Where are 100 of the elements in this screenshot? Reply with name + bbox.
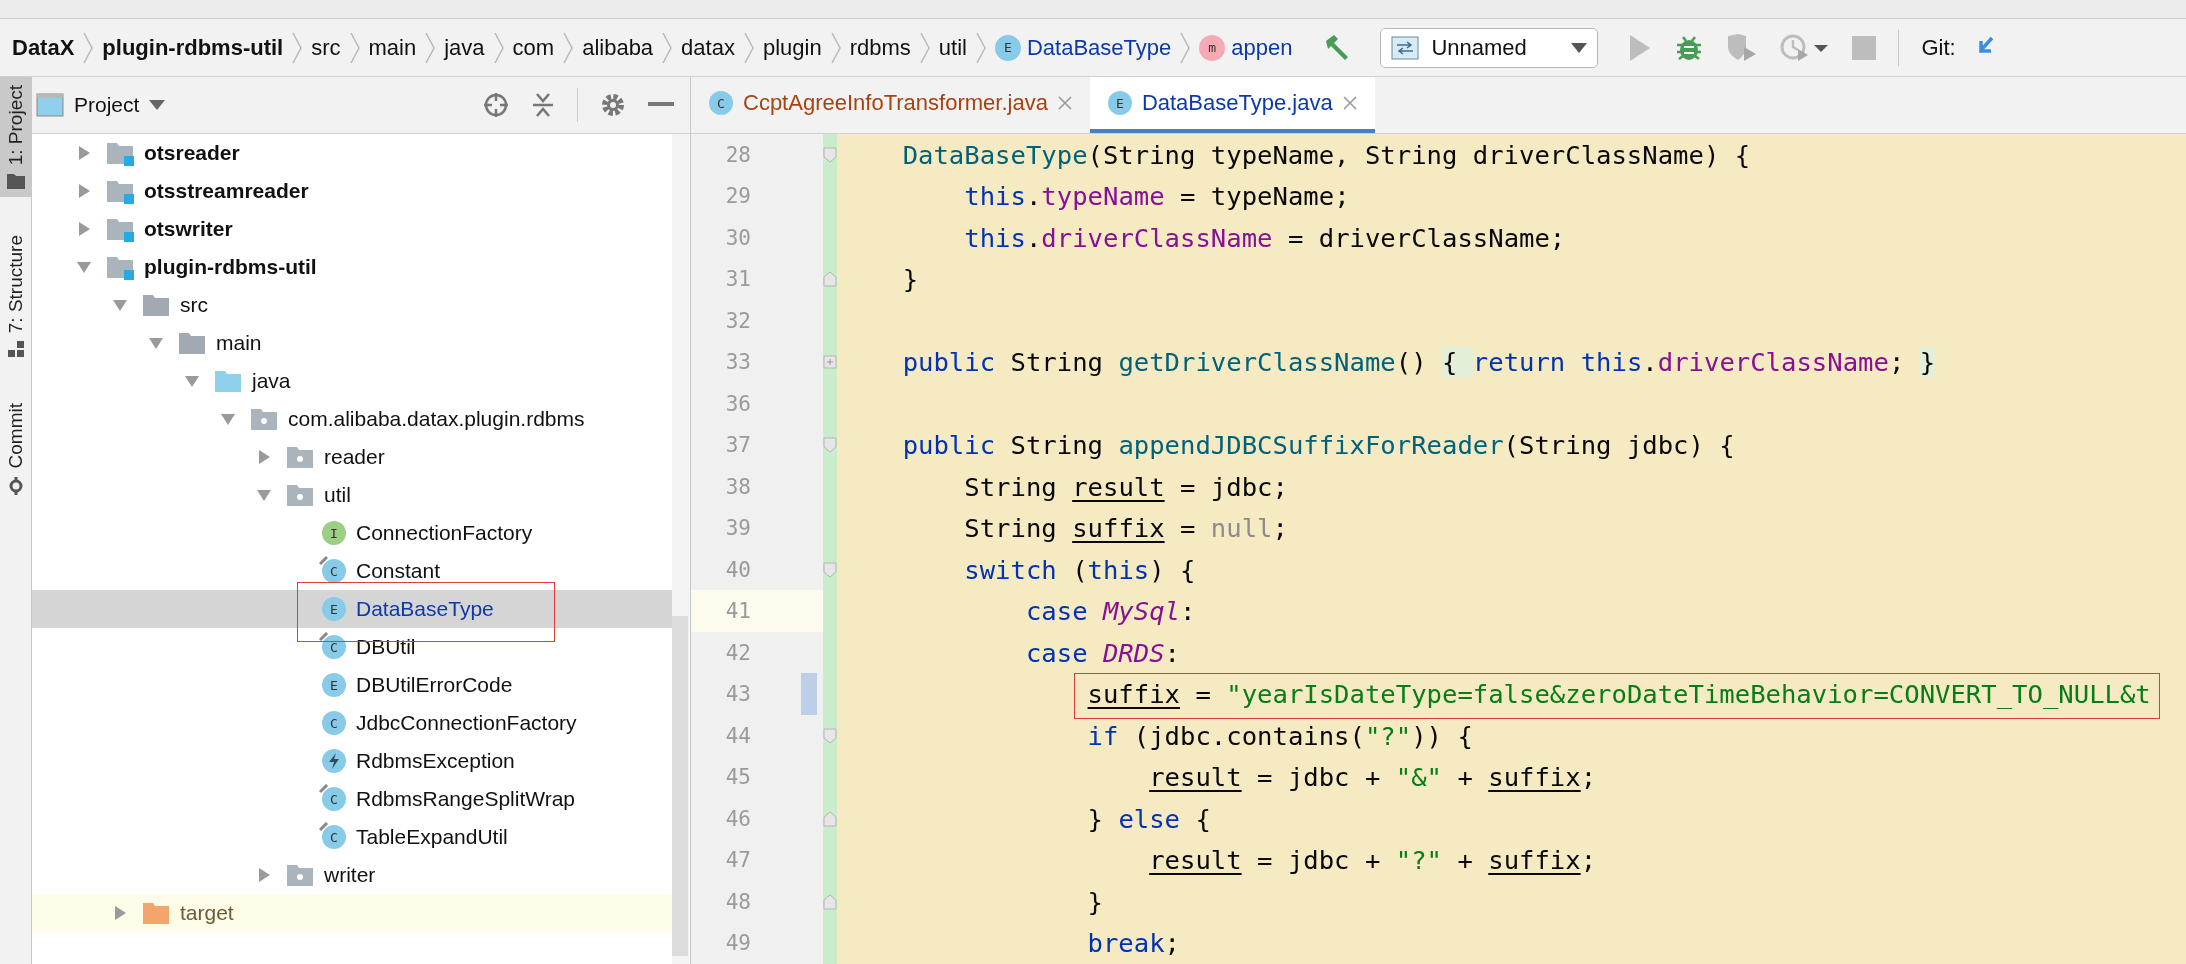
breadcrumb-item[interactable]: plugin bbox=[762, 34, 822, 61]
fold-marker-icon[interactable] bbox=[823, 810, 837, 827]
chevron-icon bbox=[1179, 30, 1192, 65]
folder-icon bbox=[178, 330, 206, 356]
side-tab[interactable]: Commit bbox=[0, 395, 31, 503]
crosshair-icon[interactable] bbox=[483, 92, 509, 118]
tree-item[interactable]: java bbox=[32, 362, 672, 400]
fold-marker-icon[interactable] bbox=[823, 893, 837, 910]
collapsed-arrow-icon[interactable] bbox=[76, 183, 92, 199]
code-line: if (jdbc.contains("?")) { bbox=[1086, 720, 1473, 751]
line-number: 31 bbox=[724, 267, 751, 292]
class-icon: C bbox=[322, 787, 346, 811]
module-folder-icon bbox=[106, 216, 134, 242]
breadcrumb-item[interactable]: java bbox=[444, 34, 485, 61]
expanded-arrow-icon[interactable] bbox=[148, 335, 164, 351]
tree-item[interactable]: E DataBaseType bbox=[32, 590, 672, 628]
collapsed-arrow-icon[interactable] bbox=[76, 221, 92, 237]
side-tab[interactable]: 7: Structure bbox=[0, 227, 31, 366]
tree-item[interactable]: C JdbcConnectionFactory bbox=[32, 704, 672, 742]
line-number: 47 bbox=[724, 848, 751, 873]
structure-icon bbox=[7, 341, 24, 358]
module-folder-icon bbox=[106, 254, 134, 280]
breadcrumb-item[interactable]: DataX bbox=[12, 34, 75, 61]
package-folder-icon bbox=[250, 406, 278, 432]
scrollbar-thumb[interactable] bbox=[672, 616, 688, 956]
collapsed-arrow-icon[interactable] bbox=[256, 867, 272, 883]
change-marker[interactable] bbox=[801, 673, 817, 716]
interface-icon: I bbox=[322, 521, 346, 545]
fold-marker-icon[interactable] bbox=[823, 146, 837, 163]
caret-icon bbox=[1571, 42, 1588, 53]
breadcrumb-item[interactable]: main bbox=[368, 34, 417, 61]
editor-tab[interactable]: E DataBaseType.java bbox=[1089, 77, 1375, 133]
breadcrumb-item[interactable]: datax bbox=[681, 34, 735, 61]
settings-icon[interactable] bbox=[600, 92, 626, 118]
close-icon[interactable] bbox=[1057, 96, 1072, 110]
expanded-arrow-icon[interactable] bbox=[184, 373, 200, 389]
collapse-all-icon[interactable] bbox=[531, 92, 555, 118]
folder-icon bbox=[6, 173, 25, 190]
tree-item[interactable]: C TableExpandUtil bbox=[32, 818, 672, 856]
project-view-selector[interactable]: Project bbox=[36, 93, 166, 117]
chevron-icon bbox=[974, 30, 987, 65]
fold-marker-icon[interactable] bbox=[823, 271, 837, 288]
expanded-arrow-icon[interactable] bbox=[220, 411, 236, 427]
breadcrumb-item[interactable]: plugin-rdbms-util bbox=[102, 34, 284, 61]
tree-item[interactable]: util bbox=[32, 476, 672, 514]
collapsed-arrow-icon[interactable] bbox=[256, 449, 272, 465]
code-line: result = jdbc + "?" + suffix; bbox=[1148, 845, 1597, 876]
chevron-icon bbox=[291, 30, 304, 65]
expand-fold-icon[interactable] bbox=[823, 354, 837, 371]
chevron-icon bbox=[82, 30, 95, 65]
fold-marker-icon[interactable] bbox=[823, 561, 837, 578]
editor-tab[interactable]: C CcptAgreeInfoTransformer.java bbox=[691, 77, 1090, 133]
tree-item[interactable]: E DBUtilErrorCode bbox=[32, 666, 672, 704]
tree-item[interactable]: src bbox=[32, 286, 672, 324]
breadcrumb-item[interactable]: E DataBaseType bbox=[994, 34, 1172, 61]
package-folder-icon bbox=[286, 444, 314, 470]
line-number: 38 bbox=[724, 474, 751, 499]
code-line: break; bbox=[1086, 928, 1180, 959]
line-number: 37 bbox=[724, 433, 751, 458]
close-icon[interactable] bbox=[1342, 96, 1357, 110]
tree-item[interactable]: otsstreamreader bbox=[32, 172, 672, 210]
line-number: 42 bbox=[724, 640, 751, 665]
breadcrumb-item[interactable]: util bbox=[938, 34, 967, 61]
code-line: switch (this) { bbox=[963, 554, 1196, 585]
code-line: DataBaseType(String typeName, String driverClassName) { bbox=[901, 139, 1751, 170]
breadcrumb-item[interactable]: alibaba bbox=[582, 34, 654, 61]
breadcrumb-item[interactable]: src bbox=[311, 34, 341, 61]
run-configuration-dropdown[interactable]: Unnamed bbox=[1380, 27, 1599, 68]
fold-marker-icon[interactable] bbox=[823, 727, 837, 744]
profiler-icon[interactable] bbox=[1780, 32, 1831, 63]
fold-marker-icon[interactable] bbox=[823, 437, 837, 454]
side-tab[interactable]: 1: Project bbox=[0, 77, 31, 198]
collapsed-arrow-icon[interactable] bbox=[76, 145, 92, 161]
tree-item[interactable]: target bbox=[32, 894, 672, 932]
tree-item[interactable]: C RdbmsRangeSplitWrap bbox=[32, 780, 672, 818]
tree-item[interactable]: otsreader bbox=[32, 134, 672, 172]
breadcrumb-item[interactable]: rdbms bbox=[849, 34, 911, 61]
code-line: suffix = "yearIsDateType=false&zeroDateTimeBehavior=CONVERT_TO_NULL&t bbox=[1086, 679, 2151, 710]
expanded-arrow-icon[interactable] bbox=[256, 487, 272, 503]
tree-item[interactable]: com.alibaba.datax.plugin.rdbms bbox=[32, 400, 672, 438]
expanded-arrow-icon[interactable] bbox=[76, 259, 92, 275]
class-icon: E bbox=[322, 597, 346, 621]
tree-item[interactable]: RdbmsException bbox=[32, 742, 672, 780]
tree-item[interactable]: writer bbox=[32, 856, 672, 894]
minimize-icon[interactable] bbox=[648, 102, 674, 108]
line-number: 30 bbox=[724, 225, 751, 250]
folder-icon bbox=[142, 292, 170, 318]
tree-item[interactable]: I ConnectionFactory bbox=[32, 514, 672, 552]
breadcrumb-item[interactable]: m appen bbox=[1199, 34, 1293, 61]
tree-item[interactable]: otswriter bbox=[32, 210, 672, 248]
breadcrumb-item[interactable]: com bbox=[512, 34, 555, 61]
tree-item[interactable]: C Constant bbox=[32, 552, 672, 590]
tree-item[interactable]: plugin-rdbms-util bbox=[32, 248, 672, 286]
source-folder-icon bbox=[214, 368, 242, 394]
tree-item[interactable]: reader bbox=[32, 438, 672, 476]
stop-icon[interactable] bbox=[1852, 35, 1877, 60]
collapsed-arrow-icon[interactable] bbox=[112, 905, 128, 921]
tree-item[interactable]: main bbox=[32, 324, 672, 362]
expanded-arrow-icon[interactable] bbox=[112, 297, 128, 313]
package-folder-icon bbox=[286, 862, 314, 888]
